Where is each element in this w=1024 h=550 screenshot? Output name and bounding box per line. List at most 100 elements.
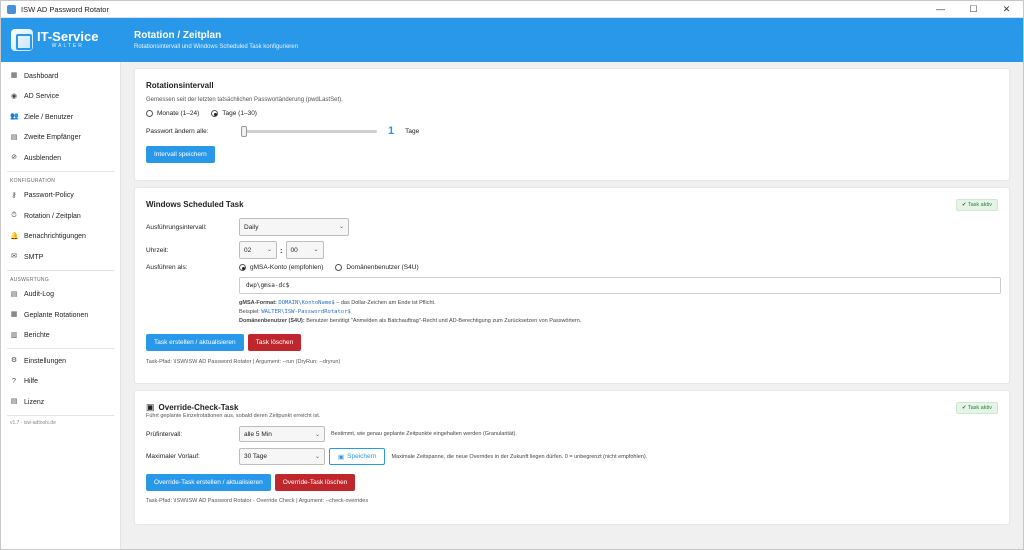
chevron-down-icon: ⌄	[314, 454, 320, 460]
calendar-icon: ▦	[10, 311, 18, 319]
sidebar-item-rotation[interactable]: ⏱ Rotation / Zeitplan	[1, 206, 120, 227]
list-icon: ▤	[10, 133, 18, 141]
delete-task-button[interactable]: Task löschen	[247, 334, 302, 351]
section-label-eval: AUSWERTUNG	[10, 276, 50, 283]
radio-days[interactable]: Tage (1–30)	[211, 110, 257, 117]
max-lead-select[interactable]: 30 Tage ⌄	[239, 448, 325, 465]
gmsa-format-note: – das Dollar-Zeichen am Ende ist Pflicht…	[334, 300, 436, 306]
sidebar-item-label: Ausblenden	[24, 154, 61, 162]
sidebar-item-password-policy[interactable]: ⚷ Passwort-Policy	[1, 186, 120, 207]
sidebar-item-hide[interactable]: ⊘ Ausblenden	[1, 148, 120, 169]
slider-thumb[interactable]	[241, 125, 247, 137]
task-status-badge: ✔ Task aktiv	[955, 199, 998, 211]
sidebar-item-audit-log[interactable]: ▤ Audit-Log	[1, 285, 120, 306]
sidebar-item-label: Berichte	[24, 332, 50, 340]
radio-gmsa[interactable]: gMSA-Konto (empfohlen)	[239, 264, 323, 271]
radio-days-label: Tage (1–30)	[222, 110, 257, 117]
version-footer: v1.7 · isw-adtools.de	[10, 419, 56, 426]
gmsa-format-code: DOMAIN\KontoName$	[278, 300, 335, 306]
sidebar-item-reports[interactable]: ▥ Berichte	[1, 326, 120, 347]
dashboard-icon: ▦	[10, 72, 18, 80]
override-task-path: Task-Pfad: \ISW\ISW AD Password Rotator …	[146, 498, 369, 504]
example-code: WALTER\ISW-PasswordRotator$	[261, 309, 351, 315]
sidebar-item-ad-service[interactable]: ◉ AD Service	[1, 87, 120, 108]
bell-icon: 🔔	[10, 232, 19, 240]
app-window: ISW AD Password Rotator — ☐ ✕ IT-Service…	[0, 0, 1024, 550]
sidebar-item-label: Passwort-Policy	[24, 192, 74, 200]
sidebar-item-label: Audit-Log	[24, 291, 54, 299]
chevron-down-icon: ⌄	[266, 247, 272, 253]
sidebar-item-label: Dashboard	[24, 72, 59, 80]
check-interval-label: Prüfintervall:	[146, 430, 183, 438]
app-header: IT-Service WALTER Rotation / Zeitplan Ro…	[1, 18, 1023, 62]
sidebar-item-dashboard[interactable]: ▦ Dashboard	[1, 66, 120, 87]
divider	[7, 170, 114, 172]
hide-icon: ⊘	[11, 154, 17, 162]
task-title: Windows Scheduled Task	[146, 200, 244, 209]
radio-dot	[335, 264, 343, 271]
check-interval-select[interactable]: alle 5 Min ⌄	[239, 426, 325, 442]
timer-icon: ⏱	[11, 212, 17, 220]
sidebar-item-label: Lizenz	[24, 398, 45, 406]
interval-value: 1	[388, 125, 395, 137]
sidebar-item-second-recipients[interactable]: ▤ Zweite Empfänger	[1, 128, 120, 149]
sidebar-item-label: Ziele / Benutzer	[24, 113, 74, 121]
sidebar-item-scheduled-rotations[interactable]: ▦ Geplante Rotationen	[1, 305, 120, 326]
divider	[7, 348, 114, 349]
report-icon: ▥	[10, 331, 18, 339]
radio-months[interactable]: Monate (1–24)	[146, 110, 199, 117]
gear-icon: ⚙	[10, 357, 18, 365]
sidebar-item-label: SMTP	[24, 253, 44, 261]
mail-icon: ✉	[11, 253, 17, 261]
time-label: Uhrzeit:	[146, 246, 169, 254]
logo-icon	[11, 29, 33, 51]
save-override-button[interactable]: ▣ Speichern	[329, 448, 386, 465]
exec-interval-value: Daily	[244, 223, 259, 231]
minute-value: 00	[290, 246, 298, 254]
sidebar-item-label: AD Service	[24, 93, 60, 101]
minute-select[interactable]: 00 ⌄	[285, 241, 324, 259]
help-icon: ?	[12, 377, 16, 385]
exec-interval-label: Ausführungsintervall:	[146, 223, 207, 231]
chevron-down-icon: ⌄	[313, 247, 319, 253]
chevron-down-icon: ⌄	[338, 224, 344, 230]
minimize-button[interactable]: —	[924, 1, 957, 17]
example-label: Beispiel:	[239, 309, 262, 315]
radio-gmsa-label: gMSA-Konto (empfohlen)	[250, 264, 324, 271]
exec-interval-select[interactable]: Daily ⌄	[239, 218, 349, 236]
sidebar-item-settings[interactable]: ⚙ Einstellungen	[1, 351, 120, 372]
sidebar-item-label: Geplante Rotationen	[24, 311, 89, 319]
save-icon: ▣	[338, 453, 345, 461]
radio-domain-label: Domänenbenutzer (S4U)	[346, 264, 419, 271]
check-interval-note: Bestimmt, wie genau geplante Zeitpunkte …	[331, 431, 517, 437]
radio-domain-user[interactable]: Domänenbenutzer (S4U)	[335, 264, 419, 271]
create-task-button[interactable]: Task erstellen / aktualisieren	[146, 334, 244, 351]
radio-dot	[239, 264, 246, 271]
radio-months-label: Monate (1–24)	[157, 110, 200, 117]
sidebar-item-license[interactable]: ▤ Lizenz	[1, 392, 120, 413]
window-title: ISW AD Password Rotator	[21, 4, 109, 14]
content-area: Rotationsintervall Gemessen seit der let…	[121, 62, 1023, 549]
sidebar-item-smtp[interactable]: ✉ SMTP	[1, 247, 120, 268]
gmsa-format-label: gMSA-Format:	[239, 300, 277, 306]
close-button[interactable]: ✕	[990, 1, 1023, 17]
sidebar-item-label: Benachrichtigungen	[24, 233, 86, 241]
divider	[7, 414, 114, 416]
interval-slider[interactable]	[241, 125, 377, 137]
sidebar-item-targets[interactable]: 👥 Ziele / Benutzer	[1, 107, 120, 128]
max-lead-value: 30 Tage	[244, 453, 268, 460]
domain-note-text: Benutzer benötigt "Anmelden als Batchauf…	[304, 318, 582, 324]
license-icon: ▤	[10, 398, 18, 406]
chevron-down-icon: ⌄	[314, 432, 320, 438]
delete-override-task-button[interactable]: Override-Task löschen	[274, 474, 356, 491]
create-override-task-button[interactable]: Override-Task erstellen / aktualisieren	[146, 474, 271, 491]
calendar-icon: ▣	[146, 402, 155, 412]
time-separator: :	[280, 245, 283, 255]
hour-select[interactable]: 02 ⌄	[239, 241, 277, 259]
gmsa-account-input[interactable]: dwp\gmsa-dc$	[239, 277, 1001, 294]
maximize-button[interactable]: ☐	[957, 1, 990, 17]
save-interval-button[interactable]: Intervall speichern	[146, 146, 215, 163]
sidebar-item-notifications[interactable]: 🔔 Benachrichtigungen	[1, 227, 120, 248]
key-icon: ⚷	[11, 191, 17, 199]
sidebar-item-help[interactable]: ? Hilfe	[1, 372, 120, 393]
